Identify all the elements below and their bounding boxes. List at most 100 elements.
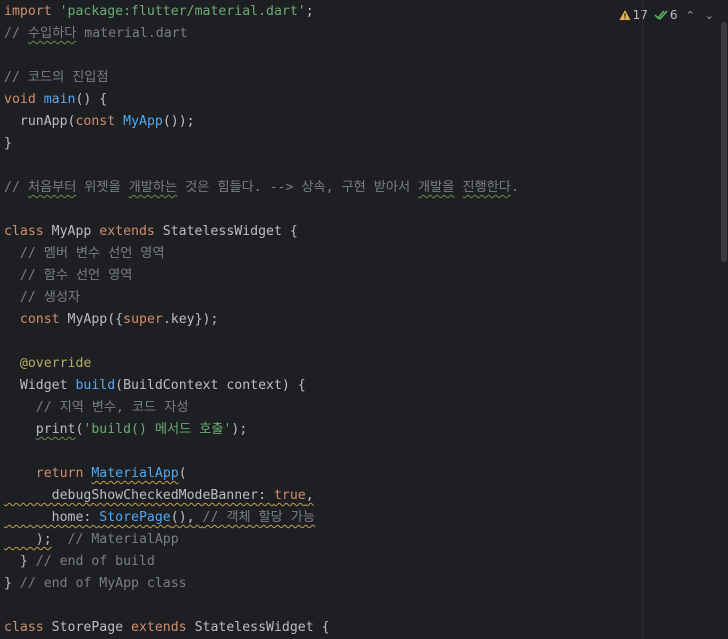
token: 개발하는 — [128, 180, 178, 195]
token: .key}); — [162, 312, 219, 327]
token: (), — [170, 510, 203, 525]
chevron-down-icon[interactable]: ⌄ — [703, 9, 716, 22]
token: runApp( — [4, 114, 76, 129]
token: home: — [4, 510, 100, 525]
code-line[interactable]: // 지역 변수, 코드 자성 — [0, 397, 640, 419]
code-line[interactable] — [0, 441, 640, 463]
scrollbar-thumb[interactable] — [721, 22, 727, 262]
token: void — [4, 92, 36, 107]
code-line[interactable]: runApp(const MyApp()); — [0, 111, 640, 133]
code-line[interactable]: import 'package:flutter/material.dart'; — [0, 1, 640, 23]
code-line[interactable]: Widget build(BuildContext context) { — [0, 375, 640, 397]
right-margin-divider — [642, 0, 643, 639]
token: 것은 힘들다. --> 상속, 구현 받아서 — [177, 180, 419, 195]
token: const — [19, 312, 60, 327]
token: ; — [305, 4, 314, 19]
code-line[interactable]: debugShowCheckedModeBanner: true, — [0, 485, 640, 507]
code-line[interactable] — [0, 199, 640, 221]
code-line[interactable]: home: StorePage(), // 객체 할당 가능 — [0, 507, 640, 529]
token: true — [273, 488, 306, 503]
token: StatelessWidget { — [154, 224, 298, 239]
token: } — [4, 136, 12, 151]
token: material.dart — [76, 26, 188, 41]
token: 위젯을 — [76, 180, 129, 195]
token: MyApp({ — [59, 312, 124, 327]
code-line[interactable]: @override — [0, 353, 640, 375]
token: extends — [131, 620, 187, 635]
code-editor[interactable]: 17 6 ⌃ ⌄ import 'package:flutter/materia… — [0, 0, 728, 639]
token: 수입하다 — [27, 26, 77, 41]
token: ); — [231, 422, 248, 437]
vertical-scrollbar[interactable] — [719, 0, 728, 639]
code-line[interactable]: ); // MaterialApp — [0, 529, 640, 551]
code-line[interactable]: // 코드의 진입점 — [0, 67, 640, 89]
token: debugShowCheckedModeBanner: — [4, 488, 274, 503]
code-line[interactable] — [0, 45, 640, 67]
token: } — [4, 554, 36, 569]
code-line[interactable]: } // end of build — [0, 551, 640, 573]
token: // 생성자 — [4, 290, 81, 305]
code-line[interactable]: print('build() 메서드 호출'); — [0, 419, 640, 441]
token: (BuildContext context) { — [115, 378, 306, 393]
token: 진행한다 — [462, 180, 511, 195]
token: MaterialApp — [91, 466, 179, 481]
token: const — [75, 114, 116, 129]
token: 개발을 — [418, 180, 455, 195]
token: class — [4, 620, 44, 635]
token: // — [4, 180, 28, 195]
token: MyApp — [123, 114, 163, 129]
token: 처음부터 — [27, 180, 77, 195]
code-line[interactable]: // 처음부터 위젯을 개발하는 것은 힘들다. --> 상속, 구현 받아서 … — [0, 177, 640, 199]
token: // MaterialApp — [51, 532, 179, 547]
token: extends — [99, 224, 155, 239]
token: ( — [178, 466, 187, 481]
code-line[interactable]: // 함수 선언 영역 — [0, 265, 640, 287]
code-line[interactable]: // 수입하다 material.dart — [0, 23, 640, 45]
chevron-up-icon[interactable]: ⌃ — [684, 9, 697, 22]
token: () { — [75, 92, 108, 107]
token: StorePage — [43, 620, 132, 635]
token: 'package:flutter/material.dart' — [59, 4, 306, 19]
code-line[interactable]: // 멤버 변수 선언 영역 — [0, 243, 640, 265]
token: // 객체 할당 가능 — [202, 510, 316, 525]
code-line[interactable]: class MyApp extends StatelessWidget { — [0, 221, 640, 243]
double-check-icon — [654, 10, 668, 21]
code-line[interactable] — [0, 595, 640, 617]
token: // 지역 변수, 코드 자성 — [4, 400, 189, 415]
token: // 코드의 진입점 — [4, 70, 109, 85]
token: return — [35, 466, 84, 481]
code-line[interactable]: } — [0, 133, 640, 155]
token: Widget — [4, 378, 76, 393]
token: StorePage — [99, 510, 171, 525]
code-line[interactable]: class StorePage extends StatelessWidget … — [0, 617, 640, 639]
token: MyApp — [43, 224, 100, 239]
token: ); — [4, 532, 52, 547]
token: ()); — [162, 114, 195, 129]
token: 'build() 메서드 호출' — [83, 422, 232, 437]
code-line[interactable]: void main() { — [0, 89, 640, 111]
token: // end of MyApp class — [19, 576, 187, 591]
code-line[interactable]: return MaterialApp( — [0, 463, 640, 485]
code-lines[interactable]: import 'package:flutter/material.dart'; … — [0, 1, 640, 639]
token: super — [123, 312, 163, 327]
code-line[interactable] — [0, 331, 640, 353]
token: // — [4, 26, 28, 41]
token: build — [75, 378, 116, 393]
token: } — [4, 576, 20, 591]
code-line[interactable]: } // end of MyApp class — [0, 573, 640, 595]
token: , — [305, 488, 314, 503]
code-line[interactable] — [0, 155, 640, 177]
weak-warnings-indicator[interactable]: 6 — [654, 8, 678, 22]
token: // end of build — [35, 554, 155, 569]
code-line[interactable]: const MyApp({super.key}); — [0, 309, 640, 331]
token: print — [35, 422, 76, 437]
token: class — [4, 224, 44, 239]
token: import — [4, 4, 52, 19]
token: main — [43, 92, 76, 107]
code-line[interactable]: // 생성자 — [0, 287, 640, 309]
